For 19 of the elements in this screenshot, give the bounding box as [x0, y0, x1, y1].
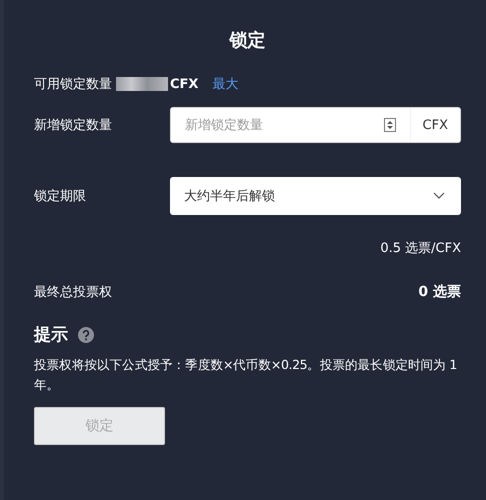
blurred-amount: [116, 77, 168, 91]
vote-rate: 0.5 选票/CFX: [379, 240, 461, 257]
unit-label: CFX: [410, 108, 460, 142]
unit-label: CFX: [170, 76, 198, 92]
available-label: 可用锁定数量: [34, 76, 112, 93]
total-label: 最终总投票权: [34, 284, 112, 301]
total-value: 0 选票: [418, 283, 461, 301]
period-select[interactable]: 大约半年后解锁: [170, 177, 461, 215]
tip-heading: 提示: [34, 324, 68, 346]
max-link[interactable]: 最大: [212, 75, 238, 93]
stepper-icon[interactable]: [384, 118, 396, 132]
chevron-down-icon: [433, 192, 445, 200]
dialog-title: 锁定: [228, 29, 266, 52]
tip-text: 投票权将按以下公式授予：季度数×代币数×0.25。投票的最长锁定时间为 1 年。: [34, 356, 458, 394]
field-label: 锁定期限: [34, 188, 87, 205]
help-icon[interactable]: [78, 326, 94, 342]
amount-input-field[interactable]: 新增锁定数量: [171, 118, 384, 132]
field-label: 新增锁定数量: [34, 117, 113, 134]
amount-field[interactable]: 新增锁定数量 CFX: [170, 107, 461, 143]
